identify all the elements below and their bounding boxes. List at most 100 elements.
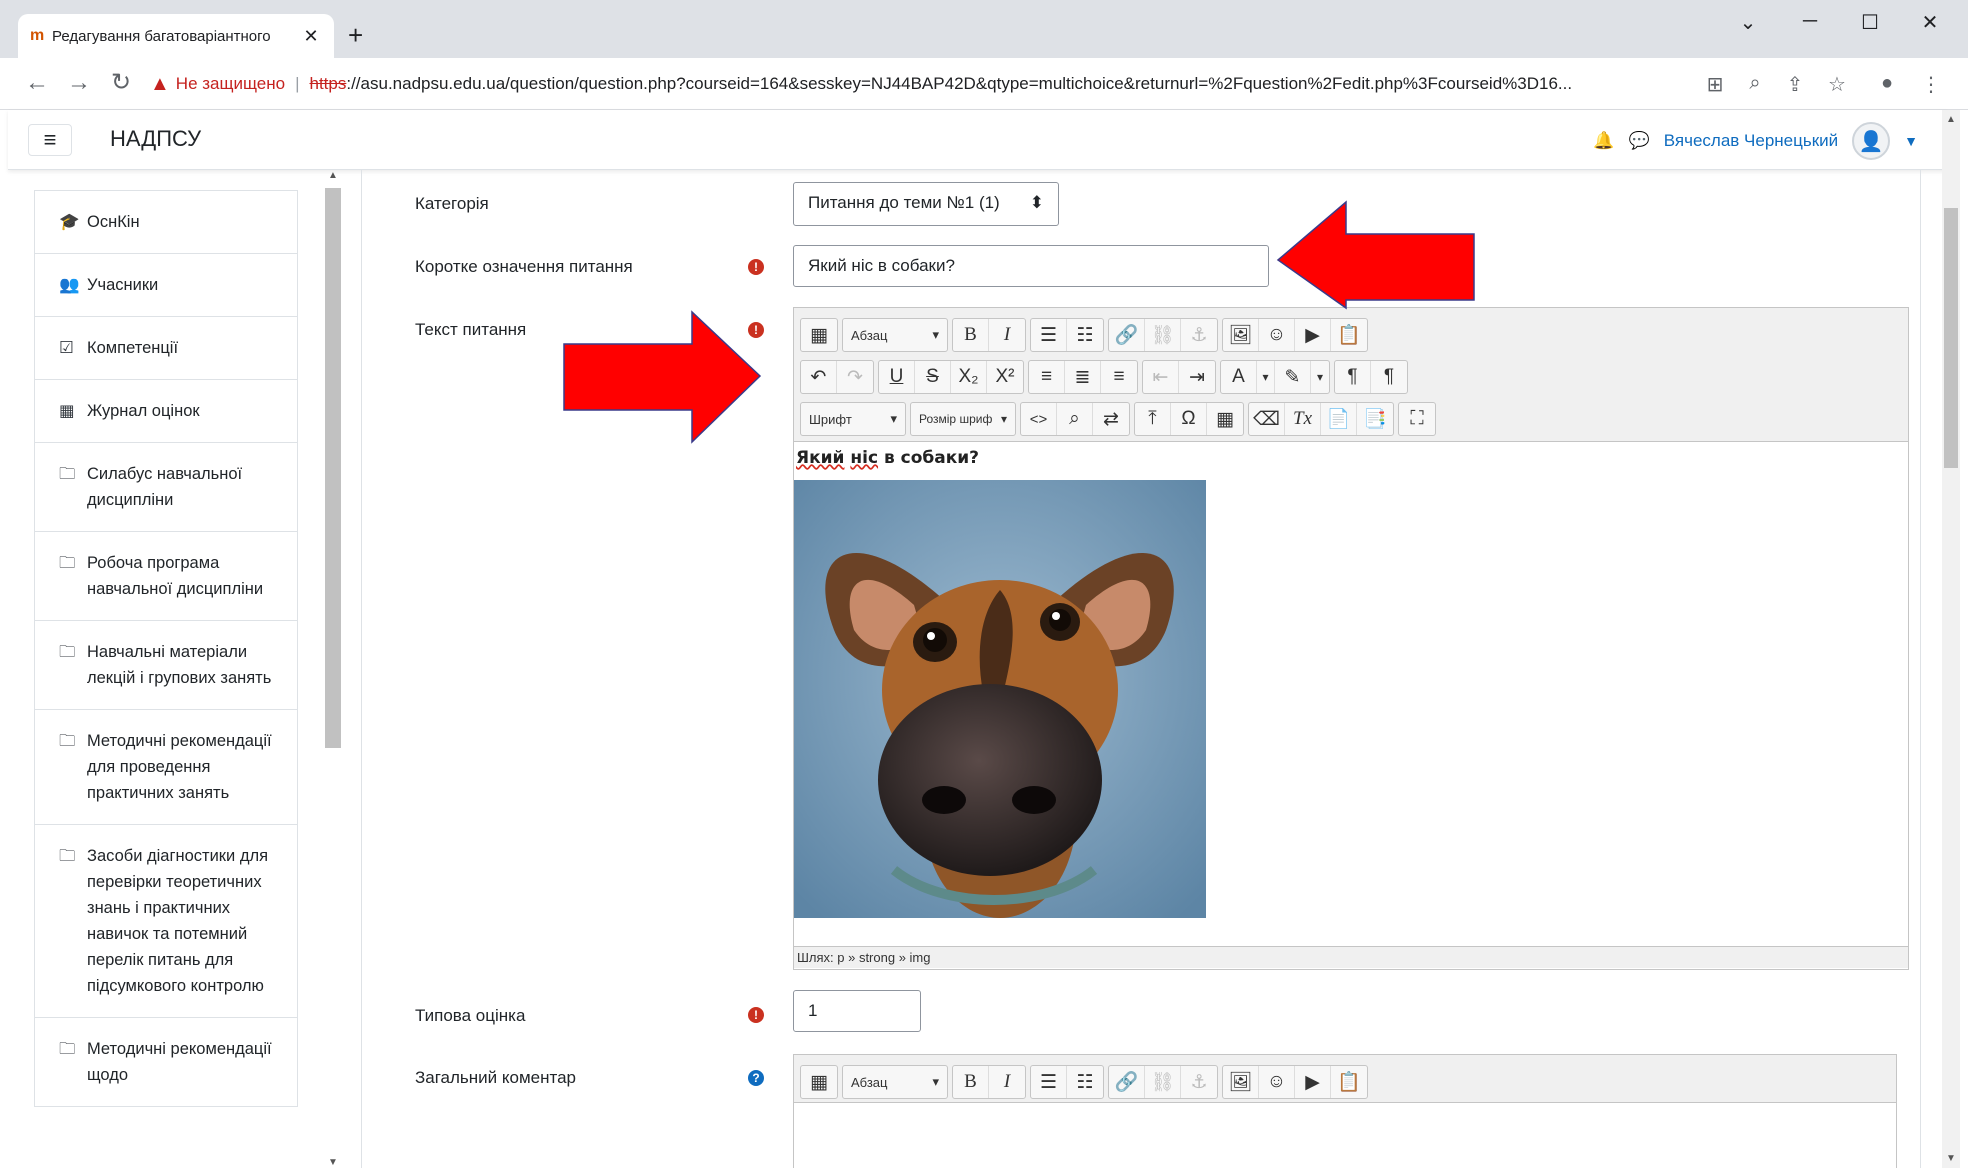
browser-tab[interactable]: m Редагування багатоваріантного ✕ xyxy=(18,14,334,58)
redo-icon[interactable]: ↷ xyxy=(837,361,873,393)
scroll-down-icon[interactable]: ▼ xyxy=(1946,1153,1956,1164)
tab-search-icon[interactable]: ⌄ xyxy=(1728,10,1768,35)
maximize-button[interactable]: ☐ xyxy=(1850,10,1890,35)
zoom-icon[interactable]: ⌕ xyxy=(1740,72,1770,95)
page-scroll-thumb[interactable] xyxy=(1944,208,1958,468)
scroll-down-icon[interactable]: ▼ xyxy=(328,1157,338,1168)
scroll-up-icon[interactable]: ▲ xyxy=(1946,114,1956,125)
font-color-icon[interactable]: A xyxy=(1221,361,1257,393)
find-icon[interactable]: ⌕ xyxy=(1057,403,1093,435)
toolbar-toggle-icon[interactable]: ▦ xyxy=(801,1066,837,1098)
minimize-button[interactable]: ─ xyxy=(1790,10,1830,33)
dog-photo[interactable] xyxy=(794,480,1206,918)
align-right-icon[interactable]: ≡ xyxy=(1101,361,1137,393)
sidebar-item[interactable]: 🗀 Методичні рекомендації для проведення … xyxy=(34,710,298,825)
chevron-down-icon[interactable]: ▼ xyxy=(1904,133,1918,149)
page-scrollbar[interactable]: ▲ ▼ xyxy=(1942,110,1960,1168)
special-char-icon[interactable]: Ω xyxy=(1171,403,1207,435)
highlight-icon[interactable]: ✎ xyxy=(1275,361,1311,393)
url-field[interactable]: ▲ Не защищено | https ://asu.nadpsu.edu.… xyxy=(150,66,1690,102)
paste-icon[interactable]: 📋 xyxy=(1331,319,1367,351)
indent-icon[interactable]: ⇥ xyxy=(1179,361,1215,393)
help-icon[interactable]: ? xyxy=(748,1070,764,1086)
question-text-editor[interactable]: ▦ Абзац ▾ B I ☰ ☷ 🔗 ⛓ ⚓ 🖼 ☺ ▶ 📋 ↶ ↷ U S … xyxy=(793,307,1909,970)
link-icon[interactable]: 🔗 xyxy=(1109,1066,1145,1098)
rtl-icon[interactable]: ¶ xyxy=(1371,361,1407,393)
chat-icon[interactable]: 💬 xyxy=(1629,131,1650,151)
default-grade-input[interactable]: 1 xyxy=(793,990,921,1032)
editor-content[interactable]: Який ніс в собаки? xyxy=(794,442,1908,946)
category-select[interactable]: Питання до теми №1 (1) ⬍ xyxy=(793,182,1059,226)
translate-icon[interactable]: ⊞ xyxy=(1700,72,1730,97)
link-icon[interactable]: 🔗 xyxy=(1109,319,1145,351)
unlink-icon[interactable]: ⛓ xyxy=(1145,1066,1181,1098)
font-select[interactable]: Шрифт ▾ xyxy=(801,403,905,435)
bookmark-star-icon[interactable]: ☆ xyxy=(1822,72,1852,97)
emoji-icon[interactable]: ☺ xyxy=(1259,1066,1295,1098)
outdent-icon[interactable]: ⇤ xyxy=(1143,361,1179,393)
profile-icon[interactable]: ● xyxy=(1872,72,1902,95)
username[interactable]: Вячеслав Чернецький xyxy=(1664,131,1838,151)
sidebar-item[interactable]: 🗀 Навчальні матеріали лекцій і групових … xyxy=(34,621,298,710)
strikethrough-icon[interactable]: S xyxy=(915,361,951,393)
ltr-icon[interactable]: ¶ xyxy=(1335,361,1371,393)
general-feedback-editor[interactable]: ▦ Абзац ▾ B I ☰ ☷ 🔗 ⛓ ⚓ 🖼 ☺ ▶ 📋 xyxy=(793,1054,1897,1168)
align-center-icon[interactable]: ≣ xyxy=(1065,361,1101,393)
sidebar-item[interactable]: 🗀 Робоча програма навчальної дисципліни xyxy=(34,532,298,621)
media-icon[interactable]: ▶ xyxy=(1295,319,1331,351)
paste-icon[interactable]: 📋 xyxy=(1331,1066,1367,1098)
image-icon[interactable]: 🖼 xyxy=(1223,319,1259,351)
italic-icon[interactable]: I xyxy=(989,319,1025,351)
code-icon[interactable]: <> xyxy=(1021,403,1057,435)
sidebar-item[interactable]: 🎓 ОснКін xyxy=(34,190,298,254)
subscript-icon[interactable]: X₂ xyxy=(951,361,987,393)
bullet-list-icon[interactable]: ☰ xyxy=(1031,319,1067,351)
anchor-icon[interactable]: ⚓ xyxy=(1181,319,1217,351)
paste-text-icon[interactable]: 📄 xyxy=(1321,403,1357,435)
paragraph-select[interactable]: Абзац ▾ xyxy=(843,319,947,351)
replace-icon[interactable]: ⇄ xyxy=(1093,403,1129,435)
sidebar-item[interactable]: 🗀 Методичні рекомендації щодо xyxy=(34,1018,298,1107)
bullet-list-icon[interactable]: ☰ xyxy=(1031,1066,1067,1098)
toolbar-toggle-icon[interactable]: ▦ xyxy=(801,319,837,351)
bold-icon[interactable]: B xyxy=(953,319,989,351)
back-arrow-icon[interactable]: ← xyxy=(22,70,52,96)
media-icon[interactable]: ▶ xyxy=(1295,1066,1331,1098)
hamburger-menu-icon[interactable]: ≡ xyxy=(28,124,72,156)
paste-word-icon[interactable]: 📑 xyxy=(1357,403,1393,435)
sidebar-item[interactable]: ☑ Компетенції xyxy=(34,317,298,380)
fullscreen-icon[interactable]: ⛶ xyxy=(1399,403,1435,435)
anchor-icon[interactable]: ⚓ xyxy=(1181,1066,1217,1098)
sidebar-item[interactable]: 🗀 Силабус навчальної дисципліни xyxy=(34,443,298,532)
reload-icon[interactable]: ↻ xyxy=(106,70,136,96)
superscript-icon[interactable]: X² xyxy=(987,361,1023,393)
align-left-icon[interactable]: ≡ xyxy=(1029,361,1065,393)
short-name-input[interactable]: Який ніс в собаки? xyxy=(793,245,1269,287)
menu-dots-icon[interactable]: ⋮ xyxy=(1916,72,1946,97)
new-tab-button[interactable]: + xyxy=(348,22,363,48)
chevron-down-icon[interactable]: ▾ xyxy=(1257,361,1275,393)
scroll-up-icon[interactable]: ▲ xyxy=(328,170,338,181)
numbered-list-icon[interactable]: ☷ xyxy=(1067,319,1103,351)
chevron-down-icon[interactable]: ▾ xyxy=(1311,361,1329,393)
numbered-list-icon[interactable]: ☷ xyxy=(1067,1066,1103,1098)
sidebar-item[interactable]: ▦ Журнал оцінок xyxy=(34,380,298,443)
sidebar-scrollbar[interactable]: ▲ ▼ xyxy=(325,170,341,1168)
paragraph-select[interactable]: Абзац ▾ xyxy=(843,1066,947,1098)
sidebar-item[interactable]: 🗀 Засоби діагностики для перевірки теоре… xyxy=(34,825,298,1018)
unlink-icon[interactable]: ⛓ xyxy=(1145,319,1181,351)
share-icon[interactable]: ⇪ xyxy=(1780,72,1810,97)
sidebar-item[interactable]: 👥 Учасники xyxy=(34,254,298,317)
avatar[interactable]: 👤 xyxy=(1852,122,1891,160)
undo-icon[interactable]: ↶ xyxy=(801,361,837,393)
emoji-icon[interactable]: ☺ xyxy=(1259,319,1295,351)
upload-icon[interactable]: ⤒ xyxy=(1135,403,1171,435)
font-size-select[interactable]: Розмір шриф ▾ xyxy=(911,403,1015,435)
table-icon[interactable]: ▦ xyxy=(1207,403,1243,435)
image-icon[interactable]: 🖼 xyxy=(1223,1066,1259,1098)
bell-icon[interactable]: 🔔 xyxy=(1593,131,1614,151)
bold-icon[interactable]: B xyxy=(953,1066,989,1098)
clear-format-icon[interactable]: ⌫ xyxy=(1249,403,1285,435)
site-brand[interactable]: НАДПСУ xyxy=(110,126,201,152)
security-warning[interactable]: ▲ Не защищено xyxy=(150,73,285,96)
